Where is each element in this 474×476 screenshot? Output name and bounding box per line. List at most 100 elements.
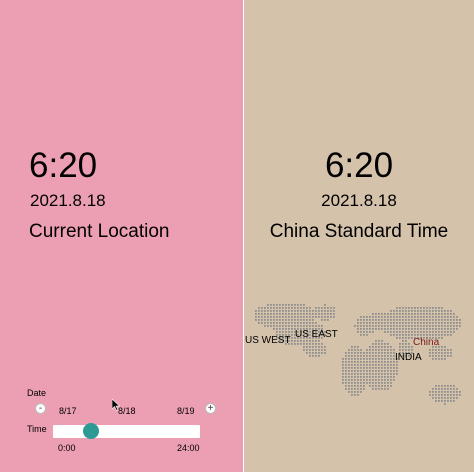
map-dot [423,316,425,318]
map-dot [375,340,377,342]
map-dot [360,334,362,336]
map-dot [348,385,350,387]
map-dot [396,364,398,366]
map-dot [453,400,455,402]
map-dot [270,322,272,324]
map-dot [321,346,323,348]
map-dot [369,364,371,366]
map-dot [357,361,359,363]
map-dot [417,316,419,318]
map-dot [384,379,386,381]
map-dot [318,352,320,354]
map-dot [393,376,395,378]
map-dot [438,316,440,318]
map-dot [438,391,440,393]
map-dot [300,343,302,345]
map-dot [351,382,353,384]
map-dot [288,319,290,321]
map-dot [393,379,395,381]
map-dot [444,352,446,354]
map-dot [303,310,305,312]
map-dot [279,319,281,321]
date-increment-button[interactable]: + [205,403,216,414]
map-dot [369,346,371,348]
map-dot [441,313,443,315]
map-dot [393,331,395,333]
map-dot [459,394,461,396]
map-dot [390,358,392,360]
map-dot [261,313,263,315]
map-dot [312,349,314,351]
map-dot [321,313,323,315]
map-dot [270,313,272,315]
map-label-us-west[interactable]: US WEST [245,335,291,346]
map-dot [354,325,356,327]
map-label-india[interactable]: INDIA [395,352,422,363]
map-dot [279,322,281,324]
map-dot [294,304,296,306]
map-dot [309,319,311,321]
map-dot [312,319,314,321]
map-dot [279,331,281,333]
map-dot [357,355,359,357]
map-dot [372,346,374,348]
map-dot [342,370,344,372]
map-dot [363,316,365,318]
map-dot [432,316,434,318]
map-dot [348,364,350,366]
map-dot [267,310,269,312]
map-dot [414,316,416,318]
map-label-us-east[interactable]: US EAST [295,329,338,340]
time-slider-track[interactable] [53,425,200,438]
map-dot [291,319,293,321]
date-tick-0: 8/17 [59,406,77,416]
map-dot [378,322,380,324]
map-dot [369,325,371,327]
map-dot [384,361,386,363]
map-dot [270,310,272,312]
map-dot [282,310,284,312]
map-dot [381,379,383,381]
map-label-china[interactable]: China [413,337,439,348]
map-dot [354,379,356,381]
map-dot [399,319,401,321]
map-dot [366,334,368,336]
map-dot [345,376,347,378]
map-dot [450,394,452,396]
map-dot [426,328,428,330]
world-map[interactable] [244,290,474,420]
map-dot [363,373,365,375]
map-dot [282,322,284,324]
map-dot [267,304,269,306]
map-dot [435,397,437,399]
map-dot [276,304,278,306]
map-dot [447,334,449,336]
map-dot [450,385,452,387]
map-dot [372,358,374,360]
map-dot [396,331,398,333]
map-dot [414,334,416,336]
map-dot [399,325,401,327]
map-dot [273,310,275,312]
date-decrement-button[interactable]: - [35,403,46,414]
map-dot [381,319,383,321]
map-dot [279,307,281,309]
map-dot [447,352,449,354]
map-dot [261,319,263,321]
map-dot [402,325,404,327]
map-dot [363,361,365,363]
map-dot [351,394,353,396]
map-dot [405,340,407,342]
map-dot [297,304,299,306]
map-dot [444,400,446,402]
map-dot [447,349,449,351]
map-dot [417,328,419,330]
map-dot [426,322,428,324]
map-dot [357,349,359,351]
map-dot [387,364,389,366]
map-dot [321,352,323,354]
map-dot [345,373,347,375]
map-dot [285,322,287,324]
map-dot [405,337,407,339]
map-dot [384,325,386,327]
